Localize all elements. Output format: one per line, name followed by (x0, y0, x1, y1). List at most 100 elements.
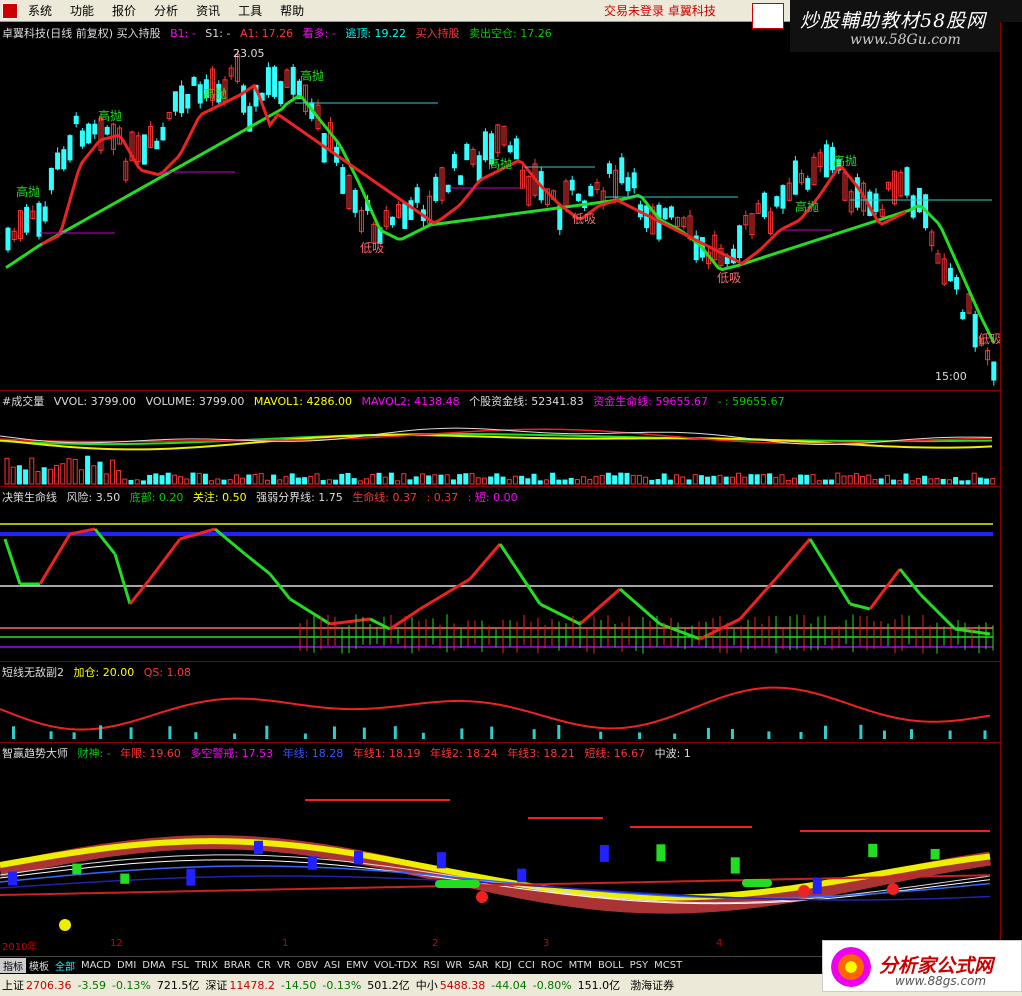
candle-body (265, 67, 271, 95)
volume-bar (35, 470, 41, 485)
volume-bar (4, 457, 10, 485)
menu-news[interactable]: 资讯 (196, 2, 220, 19)
trend-chart[interactable] (0, 760, 1000, 938)
volume-bar (23, 469, 29, 485)
tab-trix[interactable]: TRIX (192, 960, 221, 971)
tab-macd[interactable]: MACD (78, 960, 114, 971)
tab-dma[interactable]: DMA (139, 960, 168, 971)
escape-value: 逃顶: 19.22 (345, 27, 407, 40)
volume-bar (357, 480, 363, 485)
volume-bar (147, 474, 153, 485)
app-icon (2, 2, 18, 19)
life-line-segment (619, 587, 661, 626)
volume-bar (816, 480, 822, 485)
tab-psy[interactable]: PSY (627, 960, 652, 971)
volume-bar (878, 478, 884, 485)
candle-body (352, 189, 358, 213)
tab-dmi[interactable]: DMI (114, 960, 139, 971)
footer-logo-url: www.88gs.com (895, 974, 987, 988)
tab-sar[interactable]: SAR (465, 960, 491, 971)
short-bar (99, 725, 103, 739)
shortline-chart[interactable] (0, 679, 1000, 741)
tab-模板[interactable]: 模板 (26, 958, 52, 973)
volume-bar (314, 473, 320, 485)
high-sell-label: 高抛 (833, 153, 857, 168)
short-bar (859, 724, 863, 739)
volume-bar (748, 474, 754, 485)
tab-obv[interactable]: OBV (294, 960, 321, 971)
yearline1-value: 年线1: 18.19 (352, 747, 421, 760)
volume-bar (140, 480, 146, 485)
trend-dot (887, 883, 899, 895)
volume-chart[interactable] (0, 408, 1000, 486)
tab-全部[interactable]: 全部 (52, 958, 78, 973)
tab-mtm[interactable]: MTM (566, 960, 595, 971)
login-status[interactable]: 交易未登录 卓翼科技 (604, 2, 716, 19)
panel-divider (0, 661, 1000, 662)
candle-body (947, 267, 953, 282)
panel-divider (0, 486, 1000, 487)
tab-vol-tdx[interactable]: VOL-TDX (371, 960, 420, 971)
candle-body (631, 172, 637, 189)
volume-bar (165, 472, 171, 485)
attention-value: 关注: 0.50 (192, 491, 247, 504)
menu-tools[interactable]: 工具 (238, 2, 262, 19)
candle-body (854, 177, 860, 208)
candle-body (79, 130, 85, 147)
candle-body (960, 311, 966, 320)
volume-bar (469, 473, 475, 485)
lifeline-chart[interactable] (0, 504, 1000, 660)
tab-wr[interactable]: WR (442, 960, 465, 971)
candle-body (606, 163, 612, 174)
zx-label: 中小 (415, 979, 438, 992)
broker-name[interactable]: 渤海证券 (630, 977, 674, 993)
short-bar (460, 728, 464, 739)
volume-bar (494, 473, 500, 485)
life-title: 决策生命线 (2, 491, 57, 504)
tab-cci[interactable]: CCI (515, 960, 538, 971)
volume-bar (91, 465, 97, 485)
menu-quote[interactable]: 报价 (112, 2, 136, 19)
candle-body (272, 66, 278, 97)
menu-analysis[interactable]: 分析 (154, 2, 178, 19)
tab-cr[interactable]: CR (254, 960, 274, 971)
volume-bar (457, 474, 463, 485)
tab-vr[interactable]: VR (274, 960, 294, 971)
volume-bar (897, 479, 903, 485)
candle-body (389, 216, 395, 226)
menu-function[interactable]: 功能 (70, 2, 94, 19)
volume-value: VOLUME: 3799.00 (145, 395, 245, 408)
candle-body (569, 179, 575, 191)
volume-bar (54, 464, 60, 485)
volume-bar (946, 479, 952, 485)
menu-system[interactable]: 系统 (28, 2, 52, 19)
volume-bar (711, 475, 717, 485)
trend-signal-block (730, 857, 740, 874)
volume-bar (971, 472, 977, 485)
tab-fsl[interactable]: FSL (168, 960, 192, 971)
tab-mcst[interactable]: MCST (651, 960, 685, 971)
menu-help[interactable]: 帮助 (280, 2, 304, 19)
tab-指标[interactable]: 指标 (0, 957, 26, 973)
short-title: 短线无敌副2 (2, 666, 64, 679)
tab-asi[interactable]: ASI (321, 960, 343, 971)
right-scrollbar[interactable] (1000, 22, 1022, 957)
life-line-segment (113, 553, 132, 605)
volume-bar (618, 472, 624, 485)
tab-brar[interactable]: BRAR (221, 960, 254, 971)
volume-bar (109, 459, 115, 485)
volume-bar (277, 479, 283, 485)
volume-bar (630, 474, 636, 485)
volume-bar (965, 480, 971, 485)
tab-rsi[interactable]: RSI (420, 960, 442, 971)
candle-body (458, 175, 464, 185)
candlestick-chart[interactable]: 高抛高抛高抛高抛高抛 高抛高抛低吸低吸低吸低吸23.0515:00 (0, 40, 1000, 390)
life-line-segment (808, 538, 852, 605)
volume-bar (506, 479, 512, 485)
volume-bar (680, 476, 686, 485)
tab-boll[interactable]: BOLL (595, 960, 627, 971)
tab-emv[interactable]: EMV (343, 960, 371, 971)
volume-bar (426, 475, 432, 485)
tab-roc[interactable]: ROC (538, 960, 566, 971)
tab-kdj[interactable]: KDJ (492, 960, 515, 971)
